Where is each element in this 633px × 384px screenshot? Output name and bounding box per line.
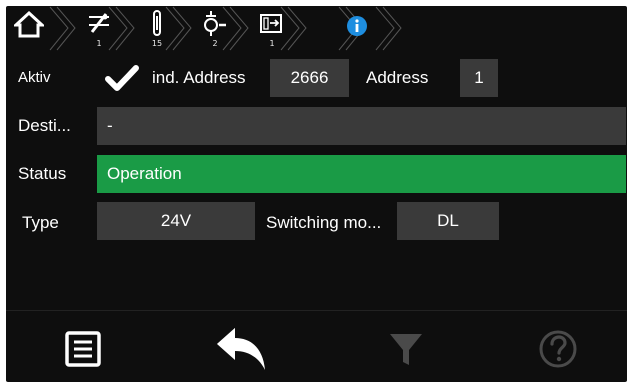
aktiv-checkbox[interactable] [104,62,140,94]
status-label: Status [18,164,67,183]
address-label: Address [366,68,429,87]
ind-address-label: ind. Address [152,68,246,87]
thermometer-icon [140,10,174,38]
breadcrumb-info[interactable] [340,6,374,52]
switching-mode-label: Switching mo... [266,213,382,232]
ind-address-field[interactable]: 2666 [270,59,349,97]
breadcrumb-switch[interactable]: 1 [82,6,116,52]
menu-button[interactable] [53,324,113,374]
breadcrumb-lamp[interactable]: 2 [198,6,232,52]
breadcrumb-home[interactable] [12,6,46,52]
breadcrumb-thermometer[interactable]: 15 [140,6,174,52]
destination-label: Desti... [18,116,71,135]
checkmark-icon [105,65,139,91]
list-icon [65,331,101,367]
breadcrumb-exit[interactable]: 1 [255,6,289,52]
breadcrumb-count: 2 [212,39,218,48]
help-icon [539,330,577,368]
help-button[interactable] [528,324,588,374]
back-arrow-icon [217,328,265,370]
destination-field[interactable]: - [97,107,626,145]
breadcrumb-count: 1 [96,39,102,48]
device-detail-screen: 1 15 2 1 Aktiv ind. Address 2666 Address… [6,6,627,382]
switch-icon [82,10,116,38]
exit-icon [255,10,289,38]
address-field[interactable]: 1 [460,59,498,97]
breadcrumb-count: 1 [269,39,275,48]
type-field[interactable]: 24V [97,202,255,240]
breadcrumb: 1 15 2 1 [6,6,426,52]
status-badge: Operation [97,155,626,193]
bottom-divider [6,310,627,311]
type-label: Type [22,213,59,232]
switching-mode-field[interactable]: DL [397,202,499,240]
filter-icon [390,334,422,365]
aktiv-label: Aktiv [18,69,51,86]
back-button[interactable] [212,324,272,374]
info-icon [340,12,374,40]
home-icon [12,10,46,38]
breadcrumb-count: 15 [151,39,163,48]
filter-button[interactable] [376,324,436,374]
lamp-icon [198,10,232,38]
